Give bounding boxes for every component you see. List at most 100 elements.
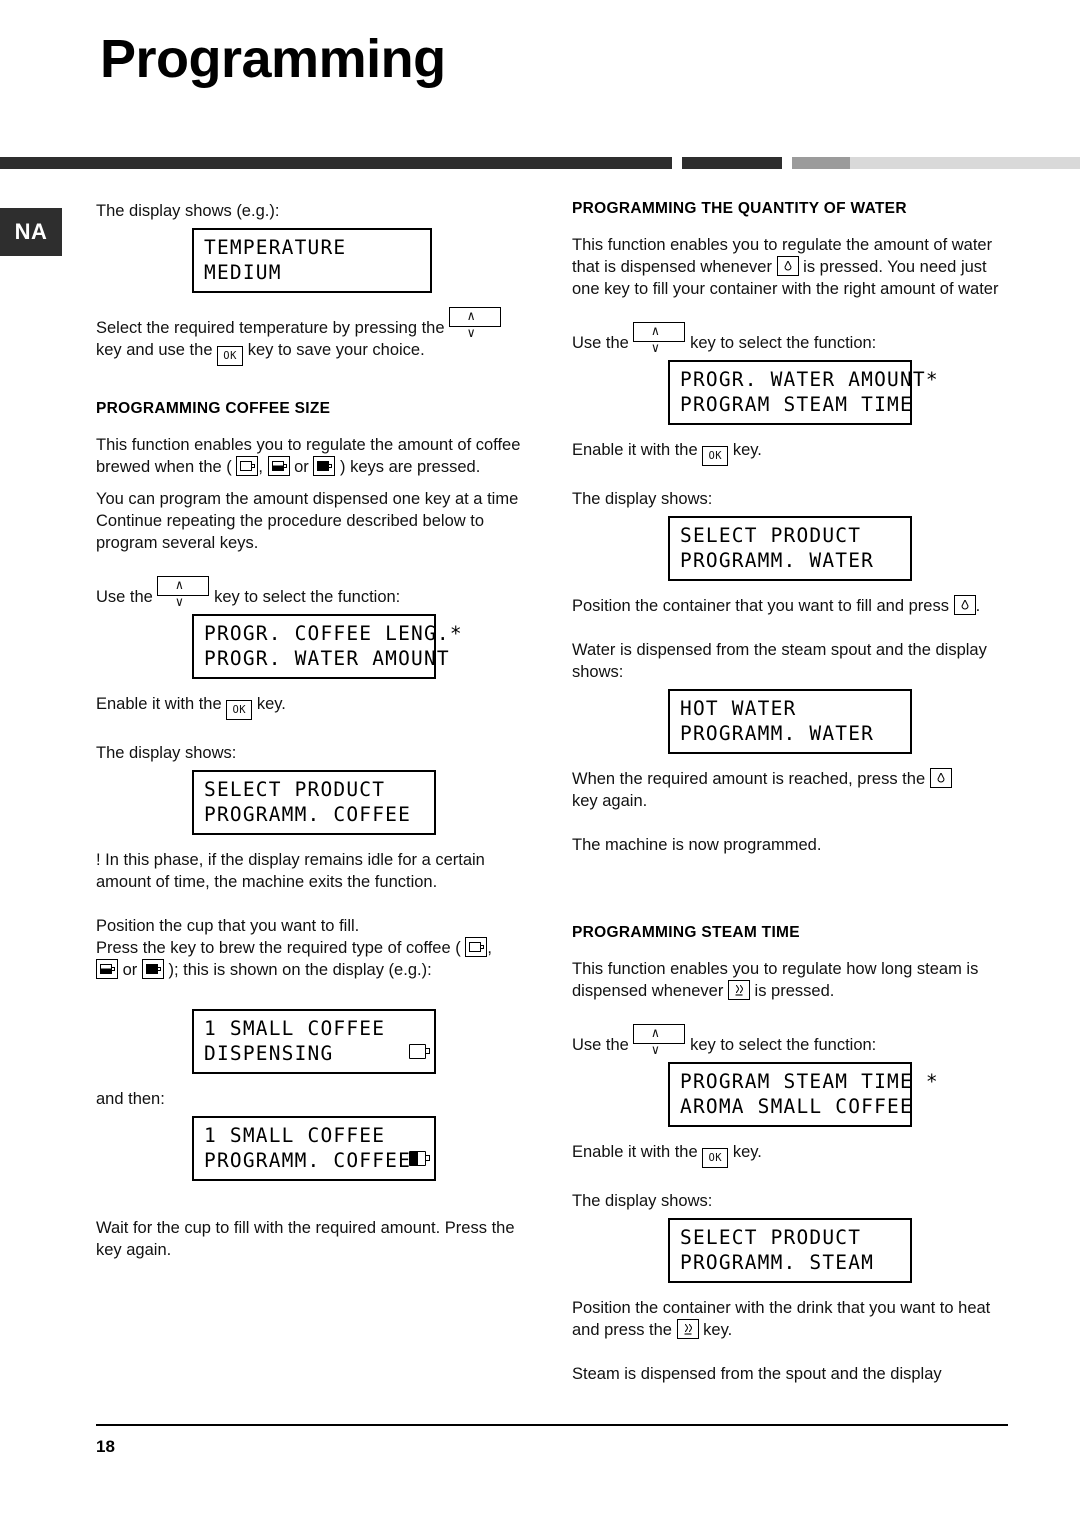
small-cup-icon[interactable] xyxy=(465,937,488,957)
water-drop-icon[interactable] xyxy=(929,768,952,788)
cup-status-icon xyxy=(409,1044,430,1059)
medium-cup-icon[interactable] xyxy=(267,456,290,476)
steam-dispensed-text: Steam is dispensed from the spout and th… xyxy=(572,1365,942,1383)
lcd-select-product-water-line1: SELECT PRODUCT xyxy=(680,524,862,547)
lcd-select-product-coffee: SELECT PRODUCT PROGRAMM. COFFEE xyxy=(192,770,436,835)
ok-key-icon[interactable]: OK xyxy=(702,446,729,466)
intro-text: The display shows (e.g.): xyxy=(96,202,280,220)
position-container-a: Position the container that you want to … xyxy=(572,597,949,615)
lcd-progr-water-line1-text: PROGR. WATER AMOUNT xyxy=(680,368,926,391)
ok-key-icon[interactable]: OK xyxy=(217,346,244,366)
steam-icon[interactable] xyxy=(727,980,750,1000)
lcd-programm-coffee-line1: 1 SMALL COFFEE xyxy=(204,1124,386,1147)
position-container-b: . xyxy=(975,597,981,615)
when-reached-a: When the required amount is reached, pre… xyxy=(572,770,926,788)
lcd-programm-coffee-line2: PROGRAMM. COFFEE xyxy=(204,1148,430,1173)
lcd-select-product-water-line2: PROGRAMM. WATER xyxy=(680,549,875,572)
water-drop-glyph xyxy=(784,261,792,271)
lcd-progr-coffee-line2: PROGR. WATER AMOUNT xyxy=(204,647,450,670)
footer-rule xyxy=(96,1424,1008,1426)
lcd-dispensing: 1 SMALL COFFEE DISPENSING xyxy=(192,1009,436,1074)
select-temp-part1: Select the required temperature by press… xyxy=(96,319,445,337)
position-drink-text: Position the container with the drink th… xyxy=(572,1297,1012,1341)
large-cup-icon[interactable] xyxy=(313,456,336,476)
use-key-line-water: Use the ∧ ∨ key to select the function: xyxy=(572,322,1012,356)
lcd-program-steam-time: PROGRAM STEAM TIME * AROMA SMALL COFFEE xyxy=(668,1062,938,1127)
display-shows-steam: The display shows: xyxy=(572,1192,713,1210)
lcd-select-product-water: SELECT PRODUCT PROGRAMM. WATER xyxy=(668,516,912,581)
enable-prefix-left: Enable it with the xyxy=(96,695,222,713)
up-down-key-icon[interactable]: ∧ ∨ xyxy=(157,576,210,610)
lcd-progr-water-amount: PROGR. WATER AMOUNT* PROGRAM STEAM TIME xyxy=(668,360,938,425)
lcd-progr-coffee-length: PROGR. COFFEE LENG.* PROGR. WATER AMOUNT xyxy=(192,614,462,679)
steam-glyph xyxy=(735,984,743,996)
lcd-dispensing-line1: 1 SMALL COFFEE xyxy=(204,1017,386,1040)
up-down-key-icon[interactable]: ∧ ∨ xyxy=(633,1024,686,1058)
enable-suffix-water: key. xyxy=(732,441,762,459)
left-column: The display shows (e.g.): TEMPERATURE ME… xyxy=(96,200,536,1261)
selection-marker: * xyxy=(925,1070,939,1093)
display-shows-left: The display shows: xyxy=(96,744,237,762)
steam-icon[interactable] xyxy=(676,1319,699,1339)
small-cup-icon[interactable] xyxy=(236,456,259,476)
use-key-line-left: Use the ∧ ∨ key to select the function: xyxy=(96,576,536,610)
select-temp-part3: key to save your choice. xyxy=(247,341,425,359)
idle-warning-text: ! In this phase, if the display remains … xyxy=(96,851,485,891)
up-down-key-icon[interactable]: ∧ ∨ xyxy=(449,307,502,341)
header-rule-band xyxy=(0,157,1080,169)
ok-key-icon[interactable]: OK xyxy=(702,1148,729,1168)
use-key-label-left: Use the xyxy=(96,588,153,606)
wait-for-cup-text: Wait for the cup to fill with the requir… xyxy=(96,1219,515,1259)
lcd-hot-water: HOT WATER PROGRAMM. WATER xyxy=(668,689,912,754)
enable-suffix-steam: key. xyxy=(732,1143,762,1161)
lcd-temperature: TEMPERATURE MEDIUM xyxy=(192,228,432,293)
enable-line-steam: Enable it with the OK key. xyxy=(572,1141,1012,1168)
language-tab-na: NA xyxy=(0,208,62,256)
lcd-progr-coffee-line1: PROGR. COFFEE LENG.* xyxy=(204,621,462,646)
lcd-progr-coffee-line1-text: PROGR. COFFEE LENG. xyxy=(204,622,450,645)
press-key-text: Press the key to brew the required type … xyxy=(96,937,536,981)
enable-prefix-water: Enable it with the xyxy=(572,441,698,459)
coffee-size-p1d: ) keys are pressed. xyxy=(339,458,481,476)
water-drop-icon[interactable] xyxy=(953,595,976,615)
coffee-size-p1b: , xyxy=(258,458,263,476)
water-drop-icon[interactable] xyxy=(776,256,799,276)
heading-programming-steam-time: PROGRAMMING STEAM TIME xyxy=(572,924,800,941)
lcd-program-steam-line1-text: PROGRAM STEAM TIME xyxy=(680,1070,913,1093)
large-cup-icon[interactable] xyxy=(141,959,164,979)
steam-paragraph-1: This function enables you to regulate ho… xyxy=(572,958,1012,1002)
lcd-temperature-line2: MEDIUM xyxy=(204,261,282,284)
manual-page: Programming NA The display shows (e.g.):… xyxy=(0,0,1080,1527)
heading-programming-quantity-of-water: PROGRAMMING THE QUANTITY OF WATER xyxy=(572,200,907,217)
lcd-select-product-coffee-line1: SELECT PRODUCT xyxy=(204,778,386,801)
steam-glyph xyxy=(684,1323,692,1335)
cup-filling-icon xyxy=(409,1151,430,1166)
water-drop-glyph xyxy=(961,600,969,610)
rule-seg-light xyxy=(850,157,1080,169)
lcd-hot-water-line1: HOT WATER xyxy=(680,697,797,720)
steam-p1b: is pressed. xyxy=(754,982,835,1000)
when-reached-b: key again. xyxy=(572,792,648,810)
use-key-label-steam: Use the xyxy=(572,1036,629,1054)
selection-marker: * xyxy=(449,622,463,645)
display-shows-water: The display shows: xyxy=(572,490,713,508)
lcd-select-product-steam: SELECT PRODUCT PROGRAMM. STEAM xyxy=(668,1218,912,1283)
select-temperature-text: Select the required temperature by press… xyxy=(96,307,536,366)
coffee-size-paragraph-2: You can program the amount dispensed one… xyxy=(96,490,519,552)
use-key-line-steam: Use the ∧ ∨ key to select the function: xyxy=(572,1024,1012,1058)
medium-cup-icon[interactable] xyxy=(96,959,118,979)
rule-seg-grey xyxy=(792,157,850,169)
press-key-c: or xyxy=(122,961,138,979)
water-paragraph-1: This function enables you to regulate th… xyxy=(572,234,1012,300)
lcd-progr-water-line2: PROGRAM STEAM TIME xyxy=(680,393,913,416)
lcd-programm-coffee: 1 SMALL COFFEE PROGRAMM. COFFEE xyxy=(192,1116,436,1181)
lcd-program-steam-line2: AROMA SMALL COFFEE xyxy=(680,1095,913,1118)
lcd-program-steam-line1: PROGRAM STEAM TIME * xyxy=(680,1069,938,1094)
enable-line-left: Enable it with the OK key. xyxy=(96,693,536,720)
right-column: PROGRAMMING THE QUANTITY OF WATER This f… xyxy=(572,200,1012,1385)
press-key-a: Press the key to brew the required type … xyxy=(96,939,461,957)
page-number: 18 xyxy=(96,1437,115,1456)
ok-key-icon[interactable]: OK xyxy=(226,700,253,720)
position-container-text: Position the container that you want to … xyxy=(572,595,1012,617)
up-down-key-icon[interactable]: ∧ ∨ xyxy=(633,322,686,356)
